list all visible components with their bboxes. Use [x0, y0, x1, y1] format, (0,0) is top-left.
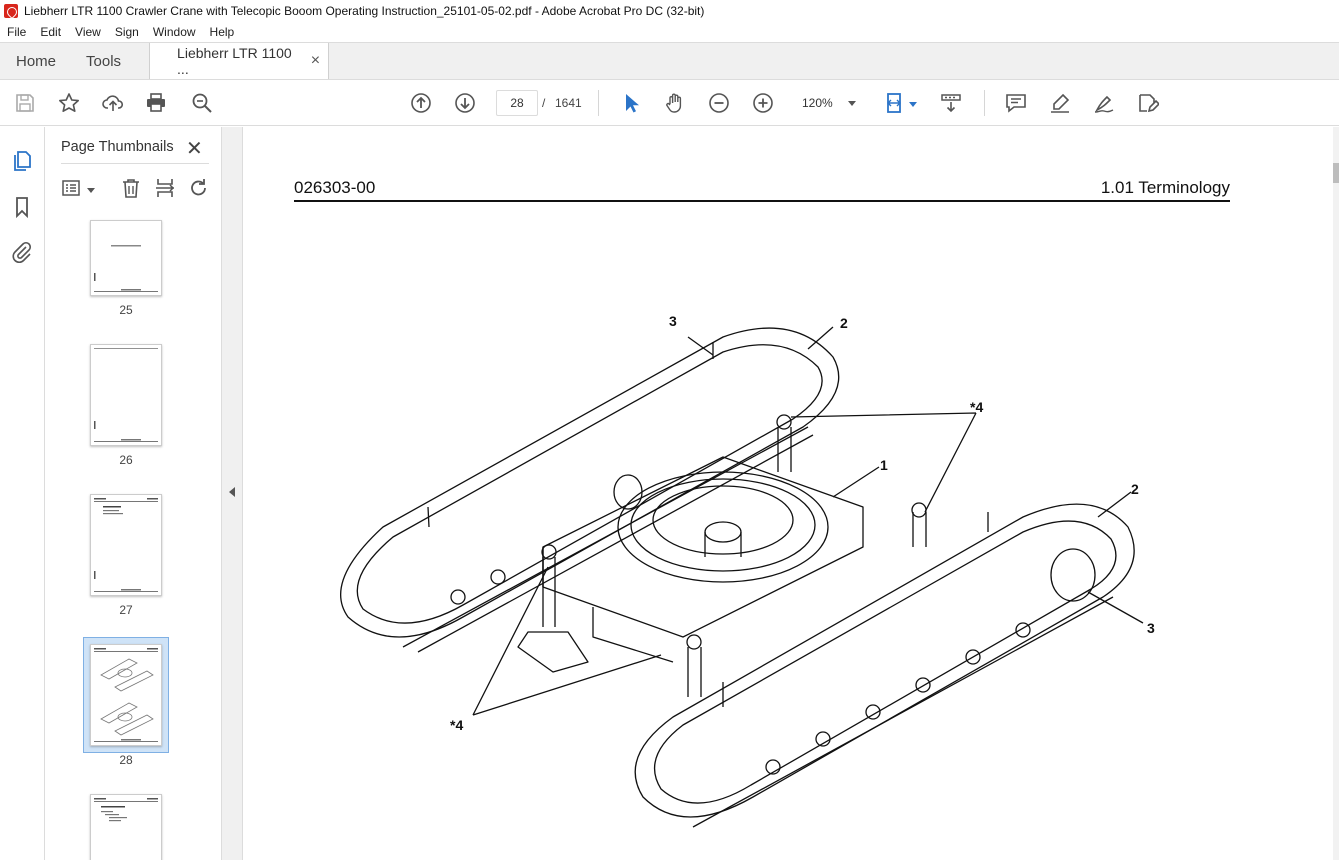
tab-document[interactable]: Liebherr LTR 1100 ... × [149, 43, 330, 79]
print-icon[interactable] [144, 91, 168, 115]
collapse-panel-arrow-icon[interactable] [229, 487, 235, 497]
rotate-page-icon[interactable] [188, 177, 212, 201]
page-separator: / [542, 96, 546, 110]
page-thumbnails-icon[interactable] [10, 149, 34, 173]
thumbnail-page-29[interactable] [90, 794, 162, 860]
close-tab-icon[interactable]: × [311, 52, 320, 70]
thumbnail-label-26: 26 [119, 453, 133, 467]
upload-cloud-icon[interactable] [101, 91, 125, 115]
zoom-out-icon[interactable] [707, 91, 731, 115]
menu-file[interactable]: File [7, 25, 26, 39]
zoom-in-icon[interactable] [751, 91, 775, 115]
chevron-down-icon [848, 101, 856, 106]
menu-view[interactable]: View [75, 25, 101, 39]
toolbar-divider [984, 90, 985, 116]
main-toolbar: 28 / 1641 120% [0, 80, 1339, 126]
page-number-input[interactable]: 28 [496, 90, 538, 116]
panel-divider [61, 163, 209, 164]
panel-title: Page Thumbnails [61, 139, 174, 155]
select-cursor-icon[interactable] [619, 91, 643, 115]
zoom-level-select[interactable]: 120% [794, 90, 864, 116]
tab-home[interactable]: Home [0, 43, 72, 79]
callout-label: 2 [1131, 481, 1139, 497]
thumbnail-label-28: 28 [119, 753, 133, 767]
attachments-paperclip-icon[interactable] [10, 240, 34, 264]
delete-page-trash-icon[interactable] [120, 177, 144, 201]
options-chevron-icon[interactable] [87, 188, 95, 193]
acrobat-pdf-icon [4, 4, 18, 18]
sign-pen-icon[interactable] [1092, 91, 1116, 115]
total-pages: 1641 [555, 96, 582, 110]
title-bar: Liebherr LTR 1100 Crawler Crane with Tel… [0, 0, 1339, 22]
thumbnail-page-25[interactable] [90, 220, 162, 296]
document-scrollbar-thumb[interactable] [1333, 163, 1339, 183]
menu-window[interactable]: Window [153, 25, 196, 39]
thumbnail-list: 25 26 27 28 [45, 217, 200, 860]
save-icon[interactable] [13, 91, 37, 115]
menu-sign[interactable]: Sign [115, 25, 139, 39]
callout-label: 3 [669, 313, 677, 329]
thumbnail-label-27: 27 [119, 603, 133, 617]
document-scrollbar[interactable] [1333, 127, 1339, 860]
bookmarks-icon[interactable] [10, 195, 34, 219]
panel-splitter[interactable] [221, 127, 243, 860]
thumbnail-toolbar [45, 177, 221, 203]
page-thumbnails-panel: Page Thumbnails ✕ 25 26 27 28 [45, 127, 260, 860]
tab-tools[interactable]: Tools [72, 43, 141, 79]
insert-page-icon[interactable] [154, 177, 178, 201]
tab-bar: Home Tools Liebherr LTR 1100 ... × [0, 42, 1339, 80]
next-page-icon[interactable] [453, 91, 477, 115]
fit-page-icon[interactable] [884, 91, 908, 115]
menu-edit[interactable]: Edit [40, 25, 61, 39]
navigation-rail [0, 127, 45, 860]
crawler-undercarriage-drawing [340, 326, 1144, 828]
close-panel-icon[interactable]: ✕ [186, 136, 203, 161]
menu-bar: File Edit View Sign Window Help [0, 22, 1339, 42]
scrolling-mode-icon[interactable] [939, 91, 963, 115]
zoom-level-value: 120% [802, 96, 833, 110]
callout-label: 1 [880, 457, 888, 473]
thumbnail-page-27[interactable] [90, 494, 162, 596]
options-menu-icon[interactable] [61, 177, 85, 201]
callout-label: *4 [450, 717, 464, 733]
bookmark-star-icon[interactable] [57, 91, 81, 115]
window-title: Liebherr LTR 1100 Crawler Crane with Tel… [24, 4, 705, 18]
highlight-pen-icon[interactable] [1048, 91, 1072, 115]
thumbnail-page-28[interactable] [90, 644, 162, 746]
comment-icon[interactable] [1004, 91, 1028, 115]
fill-sign-icon[interactable] [1136, 91, 1160, 115]
menu-help[interactable]: Help [210, 25, 235, 39]
tab-document-label: Liebherr LTR 1100 ... [177, 45, 292, 77]
document-page: 026303-00 1.01 Terminology 3 2 *4 1 2 3 … [243, 127, 1333, 860]
hand-tool-icon[interactable] [663, 91, 687, 115]
fit-page-chevron-icon[interactable] [909, 102, 917, 107]
zoom-search-icon[interactable] [190, 91, 214, 115]
callout-label: *4 [970, 399, 984, 415]
thumbnail-label-25: 25 [119, 303, 133, 317]
toolbar-divider [598, 90, 599, 116]
thumbnail-page-26[interactable] [90, 344, 162, 446]
previous-page-icon[interactable] [409, 91, 433, 115]
callout-label: 3 [1147, 620, 1155, 636]
callout-label: 2 [840, 315, 848, 331]
